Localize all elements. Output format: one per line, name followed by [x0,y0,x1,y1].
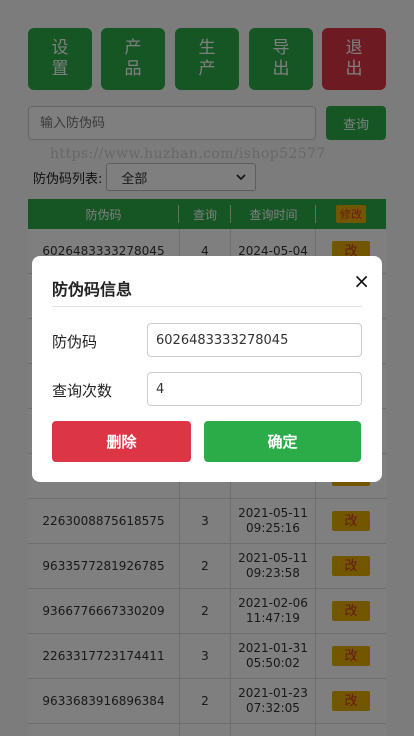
confirm-button[interactable]: 确定 [204,421,361,462]
code-info-modal: 防伪码信息 × 防伪码 6026483333278045 查询次数 4 删除 确… [32,256,382,482]
close-icon[interactable]: × [353,271,370,291]
page: 设 置 产 品 生 产 导 出 退 出 查询 https://www.huzha… [0,0,414,736]
modal-divider [52,306,362,307]
count-field-label: 查询次数 [52,382,113,400]
code-field[interactable]: 6026483333278045 [147,323,362,357]
delete-button[interactable]: 删除 [52,421,191,462]
code-field-label: 防伪码 [52,333,98,351]
count-field[interactable]: 4 [147,372,362,406]
modal-title: 防伪码信息 [52,280,133,299]
